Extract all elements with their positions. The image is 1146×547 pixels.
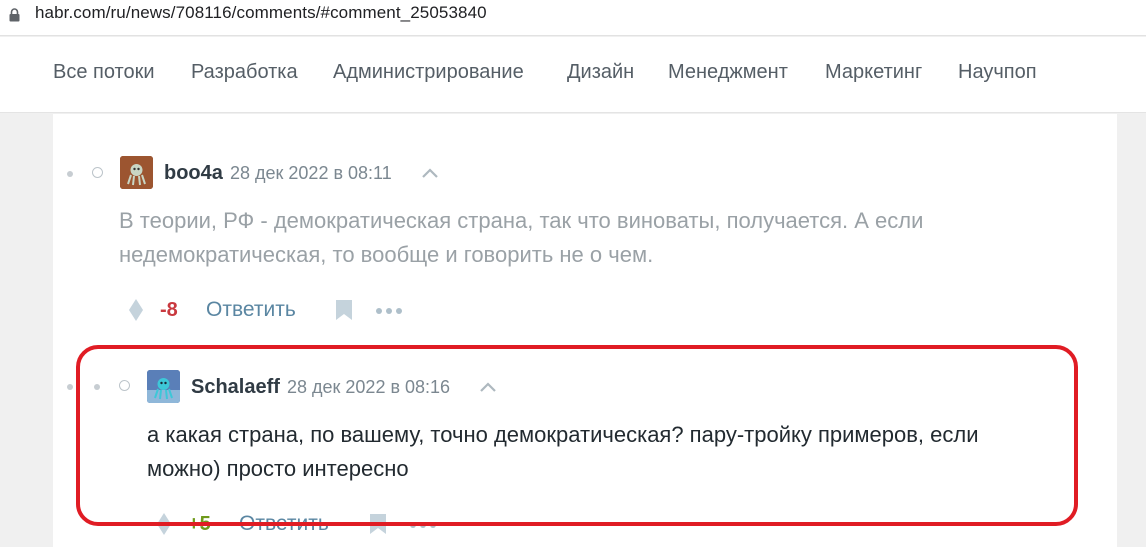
vote-diamond-icon[interactable] <box>129 299 143 321</box>
more-options-icon[interactable] <box>375 307 403 315</box>
comment-text-line: а какая страна, по вашему, точно демокра… <box>147 422 979 447</box>
vote-diamond-icon[interactable] <box>157 513 171 535</box>
browser-address-bar[interactable]: habr.com/ru/news/708116/comments/#commen… <box>0 0 1146 36</box>
bookmark-icon[interactable] <box>369 513 387 535</box>
comment-author[interactable]: Schalaeff <box>191 376 280 399</box>
comment-score: +5 <box>188 513 211 535</box>
thread-depth-ring <box>119 380 130 391</box>
reply-button[interactable]: Ответить <box>239 512 329 536</box>
thread-depth-dot <box>67 384 73 390</box>
nav-item-marketing[interactable]: Маркетинг <box>825 61 922 84</box>
parent-comment-arrow-icon[interactable] <box>421 167 439 179</box>
comment-text: В теории, РФ - демократическая страна, т… <box>119 204 923 272</box>
bookmark-icon[interactable] <box>335 299 353 321</box>
nav-item-development[interactable]: Разработка <box>191 61 298 84</box>
comment-text-line: недемократическая, то вообще и говорить … <box>119 242 654 267</box>
reply-button[interactable]: Ответить <box>206 298 296 322</box>
comment-time[interactable]: 28 дек 2022 в 08:16 <box>287 377 450 398</box>
comment-score: -8 <box>160 299 178 321</box>
avatar[interactable] <box>147 370 180 403</box>
thread-depth-dot <box>67 171 73 177</box>
thread-depth-ring <box>92 167 103 178</box>
nav-item-design[interactable]: Дизайн <box>567 61 634 84</box>
thread-depth-dot <box>94 384 100 390</box>
parent-comment-arrow-icon[interactable] <box>479 381 497 393</box>
avatar[interactable] <box>120 156 153 189</box>
comment-text: а какая страна, по вашему, точно демокра… <box>147 418 979 486</box>
nav-item-management[interactable]: Менеджмент <box>668 61 788 84</box>
nav-item-all-flows[interactable]: Все потоки <box>53 61 155 84</box>
nav-item-popsci[interactable]: Научпоп <box>958 61 1037 84</box>
topics-nav: Все потоки Разработка Администрирование … <box>0 37 1146 113</box>
comment-text-line: можно) просто интересно <box>147 456 409 481</box>
comment-time[interactable]: 28 дек 2022 в 08:11 <box>230 163 392 184</box>
avatar-image <box>147 370 180 403</box>
lock-icon <box>9 8 20 22</box>
more-options-icon[interactable] <box>409 521 437 529</box>
comment-author[interactable]: boo4a <box>164 162 223 185</box>
url-text[interactable]: habr.com/ru/news/708116/comments/#commen… <box>35 3 487 23</box>
avatar-image <box>120 156 153 189</box>
comment-text-line: В теории, РФ - демократическая страна, т… <box>119 208 924 233</box>
nav-item-administration[interactable]: Администрирование <box>333 61 524 84</box>
